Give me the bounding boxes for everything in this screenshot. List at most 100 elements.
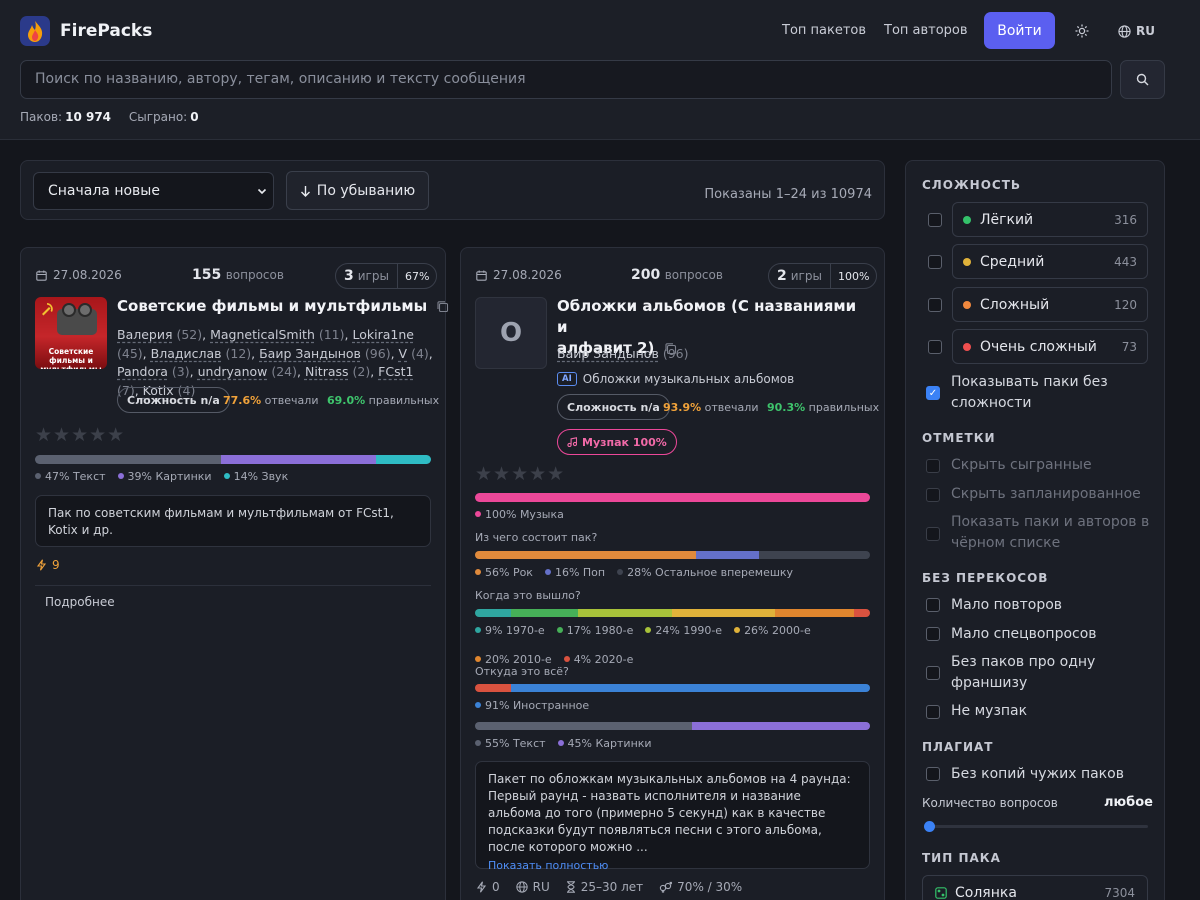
author-link[interactable]: Pandora <box>117 364 168 379</box>
author-link[interactable]: undryanow <box>198 364 268 379</box>
bar-segment <box>475 684 511 692</box>
age-value: 25–30 лет <box>580 880 644 894</box>
author-link[interactable]: Nitrass <box>305 364 349 379</box>
rating-stars[interactable]: ★★★★★ <box>475 463 565 485</box>
difficulty-easy[interactable]: Лёгкий 316 <box>952 202 1148 237</box>
show-full-link[interactable]: Показать полностью <box>488 857 857 874</box>
hide-played-label[interactable]: Скрыть сыгранные <box>951 455 1092 476</box>
show-blacklisted-label[interactable]: Показать паки и авторов в чёрном списке <box>951 512 1151 554</box>
few-special-checkbox[interactable] <box>926 627 940 641</box>
top-header: FirePacks Топ пакетов Топ авторов Войти … <box>0 0 1200 140</box>
hammer-sickle-icon <box>42 303 53 316</box>
difficulty-label: Лёгкий <box>980 211 1034 228</box>
games-label: игры <box>790 269 822 283</box>
author-link[interactable]: Lokira1ne <box>352 327 413 342</box>
correct-pct: 90.3% <box>766 401 806 414</box>
pack-thumbnail[interactable]: Советские фильмы и мультфильмы <box>35 297 107 369</box>
not-music-label[interactable]: Не музпак <box>951 701 1027 722</box>
few-repeats-label[interactable]: Мало повторов <box>951 595 1062 616</box>
question-count-slider-thumb[interactable] <box>924 821 935 832</box>
nav-top-authors[interactable]: Топ авторов <box>884 23 968 38</box>
difficulty-dot <box>963 215 971 224</box>
language-label: RU <box>1136 24 1155 38</box>
authors-list: Баир Зандынов (96) <box>557 345 688 364</box>
hide-planned-checkbox[interactable] <box>926 488 940 502</box>
legend-item: 55% Текст <box>475 735 546 752</box>
bias-section-title: БЕЗ ПЕРЕКОСОВ <box>922 571 1049 585</box>
language-value: RU <box>532 880 550 894</box>
bar-segment <box>475 551 697 559</box>
question-count-slider-track[interactable] <box>929 825 1148 828</box>
hide-planned-label[interactable]: Скрыть запланированное <box>951 484 1141 505</box>
no-difficulty-checkbox[interactable]: ✓ <box>926 386 940 400</box>
copy-icon[interactable] <box>436 300 449 313</box>
legend-item: 9% 1970-е <box>475 622 545 639</box>
difficulty-count: 120 <box>1114 297 1137 312</box>
login-button[interactable]: Войти <box>984 12 1055 49</box>
games-pct: 100% <box>837 269 870 283</box>
content-legend: 47% Текст 39% Картинки 14% Звук <box>35 468 431 485</box>
order-button[interactable]: По убыванию <box>286 171 429 210</box>
search-input[interactable]: Поиск по названию, автору, тегам, описан… <box>20 60 1112 99</box>
author-link[interactable]: Владислав <box>151 346 222 361</box>
difficulty-medium-checkbox[interactable] <box>928 255 942 269</box>
globe-icon <box>515 881 528 893</box>
likes-count[interactable]: 9 <box>36 558 60 572</box>
pack-thumbnail-placeholder[interactable]: О <box>475 297 547 369</box>
calendar-icon <box>476 270 487 281</box>
author-link[interactable]: V <box>399 346 408 361</box>
hide-played-checkbox[interactable] <box>926 459 940 473</box>
few-special-label[interactable]: Мало спецвопросов <box>951 624 1097 645</box>
author-link[interactable]: MagneticalSmith <box>210 327 315 342</box>
author-link[interactable]: Баир Зандынов <box>259 346 361 361</box>
difficulty-medium[interactable]: Средний 443 <box>952 244 1148 279</box>
no-copies-label[interactable]: Без копий чужих паков <box>951 764 1124 785</box>
legend-item: 4% 2020-е <box>564 651 634 668</box>
no-difficulty-label[interactable]: Показывать паки без сложности <box>951 372 1131 414</box>
site-stats: Паков: 10 974 Сыграно: 0 <box>20 110 199 124</box>
author-link[interactable]: Валерия <box>117 327 173 342</box>
author-count: (24) <box>267 364 298 379</box>
pack-type-mixed[interactable]: Солянка 7304 <box>922 875 1148 900</box>
pack-title[interactable]: Советские фильмы и мультфильмы <box>117 296 449 317</box>
composition-question: Из чего состоит пак? <box>475 531 598 544</box>
difficulty-hard[interactable]: Сложный 120 <box>952 287 1148 322</box>
theme-toggle-sun-icon[interactable] <box>1072 21 1092 41</box>
gender-value: 70% / 30% <box>677 880 743 894</box>
difficulty-easy-checkbox[interactable] <box>928 213 942 227</box>
likes-count[interactable]: 0 <box>476 880 500 894</box>
no-franchise-label[interactable]: Без паков про одну франшизу <box>951 652 1131 694</box>
language-switcher[interactable]: RU <box>1118 22 1155 40</box>
bar-segment <box>759 551 870 559</box>
show-blacklisted-checkbox[interactable] <box>926 527 940 541</box>
ai-badge: AI <box>557 372 577 386</box>
author-count: (3) <box>167 364 190 379</box>
sort-select[interactable]: Сначала новые <box>33 172 274 210</box>
no-franchise-checkbox[interactable] <box>926 666 940 680</box>
difficulty-very-hard-checkbox[interactable] <box>928 340 942 354</box>
few-repeats-checkbox[interactable] <box>926 598 940 612</box>
results-count: Показаны 1–24 из 10974 <box>704 187 872 202</box>
rating-stars[interactable]: ★★★★★ <box>35 424 125 446</box>
played-value: 0 <box>190 110 199 124</box>
nav-top-packs[interactable]: Топ пакетов <box>782 23 866 38</box>
questions-count: 155 вопросов <box>192 267 284 283</box>
description-text: Пакет по обложкам музыкальных альбомов н… <box>488 772 851 854</box>
author-link[interactable]: Баир Зандынов <box>557 346 659 361</box>
firepacks-logo-icon[interactable] <box>20 16 50 46</box>
questions-label: вопросов <box>225 268 284 282</box>
pack-type-count: 7304 <box>1104 885 1135 900</box>
not-music-checkbox[interactable] <box>926 705 940 719</box>
packs-label: Паков: <box>20 110 63 124</box>
author-link[interactable]: FCst1 <box>378 364 413 379</box>
difficulty-very-hard[interactable]: Очень сложный 73 <box>952 329 1148 364</box>
more-link[interactable]: Подробнее <box>45 595 115 609</box>
bar-segment <box>475 609 511 617</box>
likes-value: 9 <box>52 558 60 572</box>
difficulty-count: 73 <box>1121 339 1137 354</box>
no-copies-checkbox[interactable] <box>926 767 940 781</box>
difficulty-dot <box>963 300 971 309</box>
search-button[interactable] <box>1120 60 1165 99</box>
brand-name[interactable]: FirePacks <box>60 21 152 41</box>
difficulty-hard-checkbox[interactable] <box>928 298 942 312</box>
